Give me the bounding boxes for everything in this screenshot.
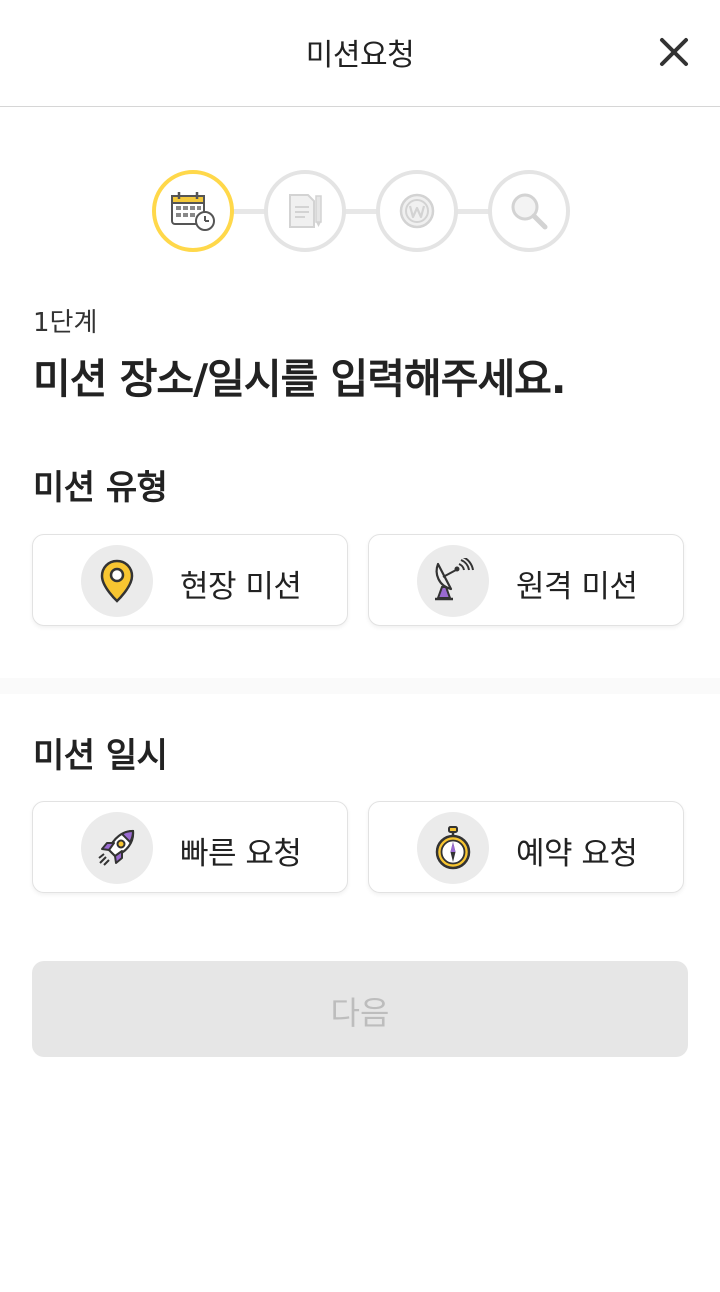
step-2: [264, 170, 346, 252]
progress-stepper: [152, 170, 570, 252]
option-label: 예약 요청: [516, 836, 638, 872]
option-icon-bg: [81, 812, 153, 884]
calendar-clock-icon: [171, 192, 215, 231]
option-label: 원격 미션: [516, 569, 638, 605]
option-label: 현장 미션: [180, 569, 302, 605]
step-connector: [454, 209, 492, 214]
option-label: 빠른 요청: [180, 836, 302, 872]
stopwatch-icon: [435, 826, 471, 870]
step-1: [152, 170, 234, 252]
onsite-mission-option[interactable]: 현장 미션: [32, 534, 348, 626]
option-icon-bg: [417, 812, 489, 884]
next-button-label: 다음: [330, 994, 390, 1032]
page-title: 미션요청: [305, 38, 415, 73]
scheduled-request-option[interactable]: 예약 요청: [368, 801, 684, 893]
mission-type-title: 미션 유형: [33, 468, 168, 508]
step-3: [376, 170, 458, 252]
magnifier-icon: [511, 193, 548, 230]
rocket-icon: [98, 829, 135, 866]
headline: 미션 장소/일시를 입력해주세요.: [33, 355, 566, 403]
location-pin-icon: [100, 559, 134, 603]
close-icon: [660, 38, 688, 66]
remote-mission-option[interactable]: 원격 미션: [368, 534, 684, 626]
next-button[interactable]: 다음: [32, 961, 688, 1057]
section-divider: [0, 678, 720, 694]
close-button[interactable]: [650, 28, 698, 76]
step-connector: [230, 209, 268, 214]
step-connector: [342, 209, 380, 214]
coin-icon: [399, 193, 435, 229]
document-pencil-icon: [289, 194, 322, 228]
step-label: 1단계: [33, 308, 98, 338]
option-icon-bg: [417, 545, 489, 617]
satellite-dish-icon: [435, 558, 474, 601]
option-icon-bg: [81, 545, 153, 617]
quick-request-option[interactable]: 빠른 요청: [32, 801, 348, 893]
mission-time-title: 미션 일시: [33, 736, 168, 776]
step-4: [488, 170, 570, 252]
header: 미션요청: [0, 0, 720, 107]
